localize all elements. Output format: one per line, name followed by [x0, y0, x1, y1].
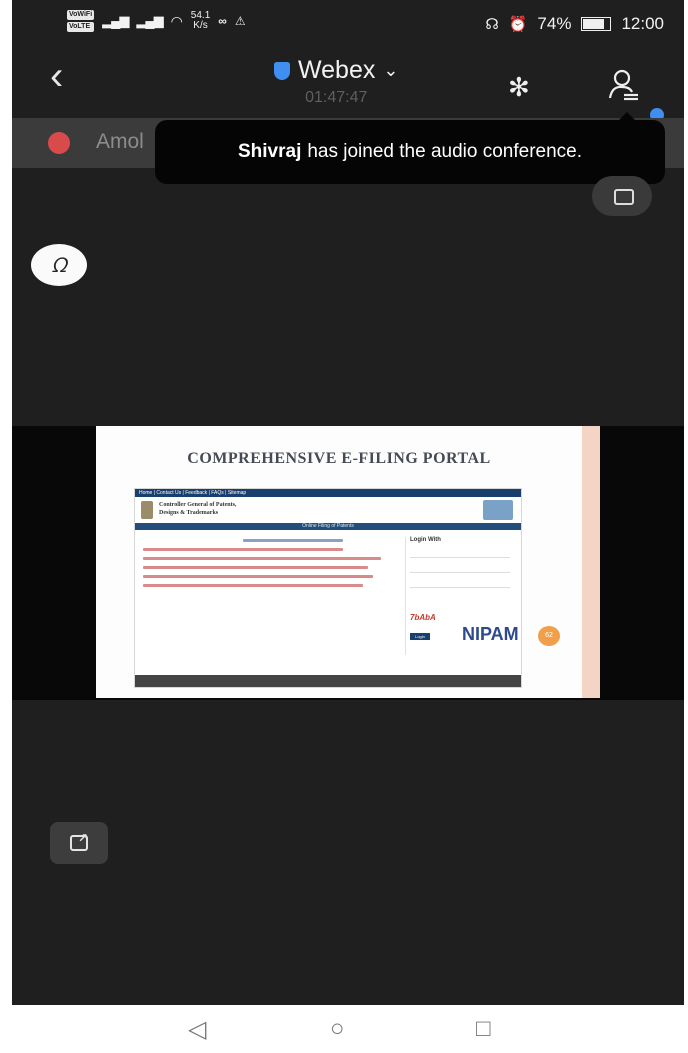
alarm-icon: ⏰: [508, 16, 528, 33]
back-chevron-icon[interactable]: ‹: [50, 54, 63, 99]
signal-icon: ▂▄▆: [102, 13, 129, 28]
login-field: [410, 549, 510, 558]
portal-band: Online Filing of Patents: [135, 523, 521, 530]
text-line: [143, 575, 373, 578]
chevron-down-icon: ⌄: [383, 60, 399, 80]
emblem-icon: [141, 501, 153, 519]
login-title: Login With: [410, 537, 441, 543]
login-button: Login: [410, 633, 430, 640]
portal-footer: [135, 675, 521, 687]
recents-square-icon[interactable]: □: [476, 1015, 491, 1043]
meeting-title-area[interactable]: Webex ⌄ 01:47:47: [274, 56, 398, 107]
portal-screenshot: Home | Contact Us | Feedback | FAQs | Si…: [134, 488, 522, 688]
headset-icon: ☊: [485, 16, 499, 33]
portal-nav: Home | Contact Us | Feedback | FAQs | Si…: [135, 489, 521, 497]
text-line: [143, 557, 381, 560]
toast-message: has joined the audio conference.: [307, 141, 583, 162]
bluetooth-icon[interactable]: ✻: [508, 72, 530, 103]
wifi-icon: ◠: [170, 12, 183, 29]
nipam-watermark: NIPAM: [462, 624, 519, 644]
speaker-name: Amol: [96, 130, 144, 153]
android-nav-bar: ◁ ○ □: [0, 1005, 688, 1053]
meeting-timer: 01:47:47: [305, 89, 368, 106]
org-line-2: Designs & Trademarks: [159, 510, 219, 516]
text-line: [143, 584, 363, 587]
speed-unit: K/s: [193, 20, 208, 31]
login-field: [410, 564, 510, 573]
back-triangle-icon[interactable]: ◁: [188, 1015, 206, 1044]
pip-icon: [614, 189, 634, 205]
muted-mic-icon: [48, 132, 70, 154]
app-title: Webex: [298, 56, 376, 84]
annotate-icon[interactable]: ᘯ: [31, 244, 87, 286]
volte-badges: VoWiFi VoLTE: [67, 10, 95, 32]
meeting-header: ‹ Webex ⌄ 01:47:47 ✻: [12, 48, 684, 122]
home-circle-icon[interactable]: ○: [330, 1015, 345, 1043]
slide-title: COMPREHENSIVE E-FILING PORTAL: [187, 450, 491, 467]
login-field: [410, 579, 510, 588]
volte-badge: VoLTE: [67, 22, 95, 32]
status-bar: VoWiFi VoLTE ▂▄▆ ▂▄▆ ◠ 54.1 K/s ∞ ⚠ ☊ ⏰ …: [12, 0, 684, 48]
arrow-icon: ↗: [78, 831, 89, 845]
portal-logo-icon: [483, 500, 513, 520]
battery-percent: 74%: [537, 14, 572, 33]
pip-button[interactable]: [592, 176, 652, 216]
meeting-title[interactable]: Webex ⌄: [274, 56, 398, 85]
nipam-badge: 62: [538, 626, 560, 646]
network-speed: 54.1 K/s: [191, 11, 210, 31]
webex-screen: VoWiFi VoLTE ▂▄▆ ▂▄▆ ◠ 54.1 K/s ∞ ⚠ ☊ ⏰ …: [12, 0, 684, 1005]
warning-icon: ⚠: [234, 14, 246, 28]
text-line: [143, 548, 343, 551]
signal-icon-2: ▂▄▆: [136, 13, 163, 28]
text-line: [143, 566, 368, 569]
secure-shield-icon: [274, 61, 290, 80]
shared-content[interactable]: COMPREHENSIVE E-FILING PORTAL Home | Con…: [12, 426, 684, 700]
status-left: VoWiFi VoLTE ▂▄▆ ▂▄▆ ◠ 54.1 K/s ∞ ⚠: [67, 10, 246, 32]
shared-slide: COMPREHENSIVE E-FILING PORTAL Home | Con…: [96, 426, 600, 698]
battery-icon: [581, 17, 612, 31]
join-toast: Shivraj has joined the audio conference.: [155, 112, 665, 184]
data-saver-icon: ∞: [218, 14, 227, 28]
org-line-1: Controller General of Patents,: [159, 502, 237, 508]
status-right: ☊ ⏰ 74% 12:00: [485, 14, 664, 34]
clock: 12:00: [621, 14, 664, 33]
vowifi-badge: VoWiFi: [67, 10, 95, 20]
portal-org-header: Controller General of Patents, Designs &…: [135, 497, 521, 523]
open-external-button[interactable]: ↗: [50, 822, 108, 864]
captcha-text: 7bAbA: [410, 613, 436, 622]
toast-name: Shivraj: [237, 141, 302, 162]
text-line: [243, 539, 343, 542]
portal-org-name: Controller General of Patents, Designs &…: [159, 501, 236, 517]
participants-icon[interactable]: [606, 66, 646, 106]
portal-body-text: [143, 539, 393, 593]
slide-edge: [582, 426, 600, 698]
